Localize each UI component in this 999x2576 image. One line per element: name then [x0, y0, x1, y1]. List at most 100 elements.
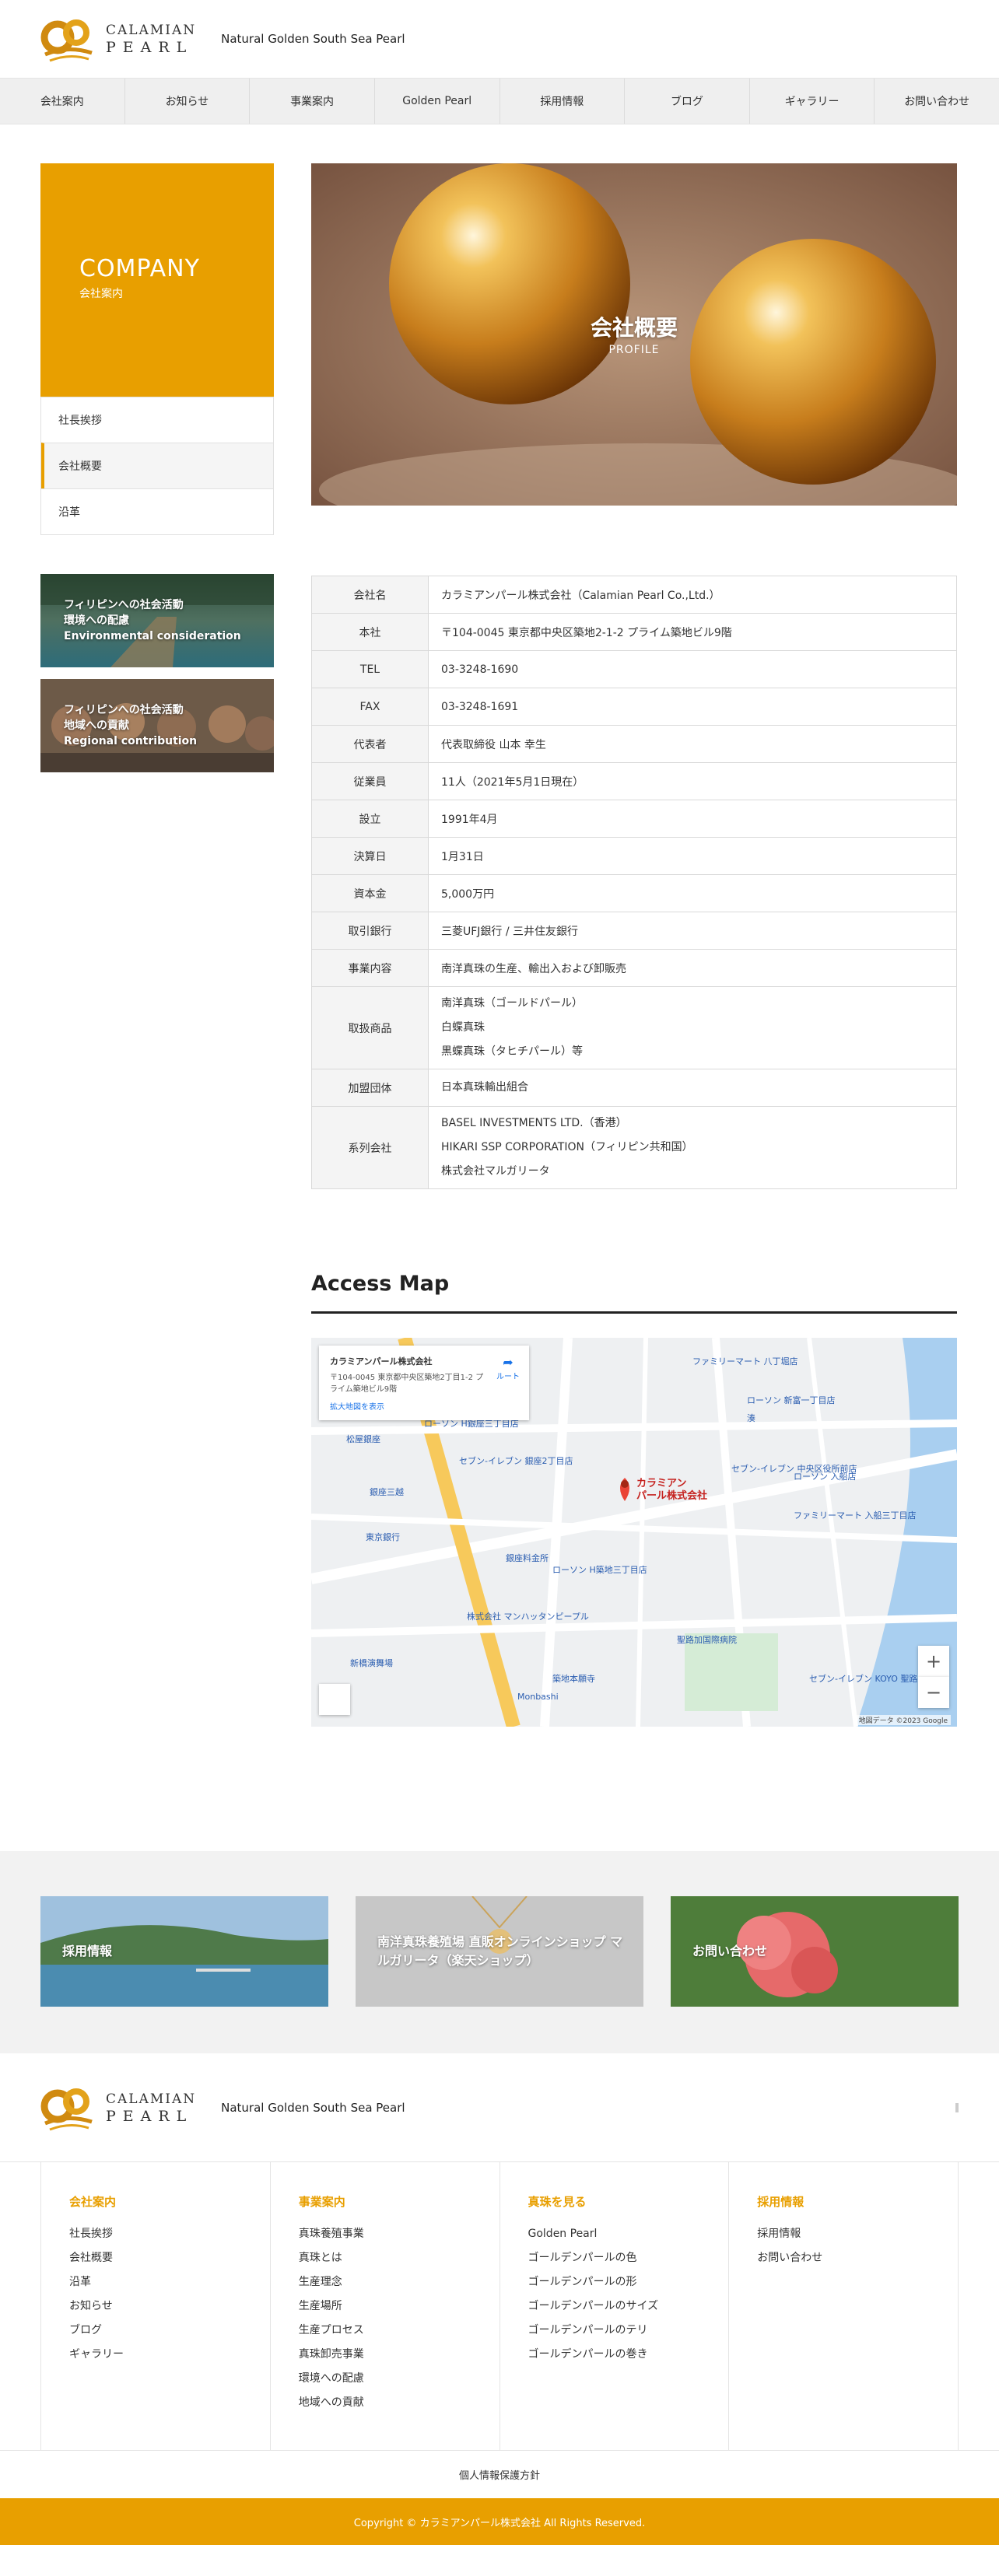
footer-link[interactable]: ゴールデンパールの形: [528, 2270, 729, 2294]
nav-item-contact[interactable]: お問い合わせ: [875, 79, 999, 124]
banner-environment-line2: 環境への配慮: [64, 614, 129, 627]
footer-link[interactable]: お知らせ: [69, 2294, 270, 2319]
footer-link[interactable]: 真珠卸売事業: [299, 2343, 500, 2367]
footer-link[interactable]: お問い合わせ: [757, 2246, 958, 2270]
band-recruit-label: 採用情報: [62, 1944, 113, 1958]
band-recruit[interactable]: 採用情報: [40, 1896, 328, 2007]
footer-link[interactable]: ギャラリー: [69, 2343, 270, 2367]
map-place-label: 聖路加国際病院: [677, 1635, 737, 1645]
band-online-shop[interactable]: 南洋真珠養殖場 直販オンラインショップ マルガリータ（楽天ショップ）: [356, 1896, 643, 2007]
footer-link[interactable]: ゴールデンパールの色: [528, 2246, 729, 2270]
footer-link[interactable]: 地域への貢献: [299, 2391, 500, 2415]
footer-link[interactable]: 真珠養殖事業: [299, 2222, 500, 2246]
company-title-jp: 会社案内: [79, 288, 123, 300]
footer-link[interactable]: Golden Pearl: [528, 2222, 729, 2246]
footer-column-heading[interactable]: 真珠を見る: [528, 2193, 729, 2210]
map-zoom-out-button[interactable]: −: [918, 1677, 949, 1708]
google-map[interactable]: カラミアン パール株式会社 ファミリーマート 八丁堀店 ローソン 新富一丁目店 セブ…: [311, 1338, 957, 1727]
footer-column-heading[interactable]: 会社案内: [69, 2193, 270, 2210]
band-online-shop-label: 南洋真珠養殖場 直販オンラインショップ マルガリータ（楽天ショップ）: [377, 1934, 623, 1968]
nav-item-blog[interactable]: ブログ: [625, 79, 750, 124]
profile-value-line: HIKARI SSP CORPORATION（フィリピン共和国）: [441, 1141, 693, 1153]
profile-value-line: 南洋真珠（ゴールドパール）: [441, 997, 583, 1010]
profile-label: 加盟団体: [311, 1069, 429, 1107]
map-place-label: 湊: [747, 1413, 755, 1423]
footer-link[interactable]: 沿革: [69, 2270, 270, 2294]
map-place-label: 松屋銀座: [346, 1434, 380, 1444]
map-streetview-button[interactable]: [319, 1684, 350, 1715]
site-logo[interactable]: CALAMIAN PEARL: [40, 14, 196, 64]
footer-logo-text: CALAMIAN PEARL: [106, 2091, 196, 2125]
footer-sitemap: 会社案内 社長挨拶 会社概要 沿革 お知らせ ブログ ギャラリー 事業案内 真珠養殖事業 真珠とは…: [0, 2162, 999, 2450]
side-menu-greeting[interactable]: 社長挨拶: [41, 397, 273, 443]
pearl-logo-icon: [40, 19, 93, 62]
map-zoom-in-button[interactable]: +: [918, 1646, 949, 1677]
footer-link[interactable]: ゴールデンパールの巻き: [528, 2343, 729, 2367]
footer-link[interactable]: 環境への配慮: [299, 2367, 500, 2391]
company-profile-table: 会社名 カラミアンパール株式会社（Calamian Pearl Co.,Ltd.）…: [311, 576, 957, 1189]
map-place-label: ローソン H築地三丁目店: [552, 1565, 647, 1575]
profile-label: 事業内容: [311, 949, 429, 987]
map-route-button[interactable]: ➦ ルート: [496, 1355, 520, 1381]
profile-label: 取引銀行: [311, 912, 429, 950]
profile-row: 取引銀行 三菱UFJ銀行 / 三井住友銀行: [311, 912, 957, 950]
profile-value: 03-3248-1691: [428, 688, 957, 726]
banner-community-text: フィリピンへの社会活動 地域への貢献 Regional contribution: [64, 702, 197, 749]
footer-link[interactable]: ゴールデンパールのテリ: [528, 2319, 729, 2343]
footer-link[interactable]: 生産場所: [299, 2294, 500, 2319]
nav-item-recruit[interactable]: 採用情報: [500, 79, 626, 124]
profile-value: 〒104-0045 東京都中央区築地2-1-2 プライム築地ビル9階: [428, 613, 957, 651]
profile-row: 会社名 カラミアンパール株式会社（Calamian Pearl Co.,Ltd.）: [311, 576, 957, 614]
profile-row: 決算日 1月31日: [311, 837, 957, 875]
sidebar: COMPANY 会社案内 社長挨拶 会社概要 沿革 フィリピンへの社会活動 環境…: [40, 163, 274, 784]
map-place-label: 株式会社 マンハッタンピープル: [467, 1612, 589, 1622]
banner-environment-line1: フィリピンへの社会活動: [64, 599, 184, 611]
map-card-title: カラミアンパール株式会社: [330, 1356, 433, 1367]
footer-link[interactable]: ゴールデンパールのサイズ: [528, 2294, 729, 2319]
footer-link[interactable]: 社長挨拶: [69, 2222, 270, 2246]
banner-community[interactable]: フィリピンへの社会活動 地域への貢献 Regional contribution: [40, 679, 274, 772]
nav-item-company[interactable]: 会社案内: [0, 79, 125, 124]
footer-link[interactable]: ブログ: [69, 2319, 270, 2343]
profile-row: 取扱商品 南洋真珠（ゴールドパール） 白蝶真珠 黒蝶真珠（タヒチパール）等: [311, 986, 957, 1069]
profile-label: 設立: [311, 800, 429, 838]
footer-logo-line1: CALAMIAN: [106, 2091, 197, 2107]
profile-value: BASEL INVESTMENTS LTD.（香港） HIKARI SSP COR…: [428, 1106, 957, 1189]
hero-subtitle: PROFILE: [608, 344, 660, 356]
logo-line2: PEARL: [106, 39, 194, 56]
company-title-en: COMPANY: [79, 255, 200, 282]
map-place-label: 銀座三越: [370, 1487, 404, 1497]
footer-link[interactable]: 生産理念: [299, 2270, 500, 2294]
profile-value-line: 白蝶真珠: [441, 1021, 485, 1034]
nav-item-news[interactable]: お知らせ: [125, 79, 251, 124]
privacy-policy-link[interactable]: 個人情報保護方針: [0, 2450, 999, 2498]
nav-item-golden-pearl[interactable]: Golden Pearl: [375, 79, 500, 124]
side-menu-profile[interactable]: 会社概要: [41, 443, 273, 488]
side-menu-history[interactable]: 沿革: [41, 488, 273, 534]
map-card-link[interactable]: 拡大地図を表示: [330, 1400, 518, 1412]
profile-value: 5,000万円: [428, 874, 957, 912]
footer-column: 真珠を見る Golden Pearl ゴールデンパールの色 ゴールデンパールの形 ゴール…: [499, 2162, 729, 2450]
footer-link[interactable]: 真珠とは: [299, 2246, 500, 2270]
site-tagline: Natural Golden South Sea Pearl: [221, 32, 405, 46]
profile-label: 代表者: [311, 725, 429, 763]
profile-value: 日本真珠輸出組合: [428, 1069, 957, 1107]
footer-column: 事業案内真珠養殖事業 真珠とは 生産理念 生産場所 生産プロセス 真珠卸売事業 環境への配慮…: [269, 2162, 500, 2450]
footer-link[interactable]: 採用情報: [757, 2222, 958, 2246]
nav-item-gallery[interactable]: ギャラリー: [750, 79, 875, 124]
map-place-label: ファミリーマート 八丁堀店: [692, 1356, 798, 1367]
footer-logo[interactable]: CALAMIAN PEARL: [40, 2083, 196, 2133]
footer-column-heading[interactable]: 採用情報: [757, 2193, 958, 2210]
footer-column: 会社案内社長挨拶 会社概要 沿革 お知らせ ブログ ギャラリー: [40, 2162, 270, 2450]
nav-item-business[interactable]: 事業案内: [250, 79, 375, 124]
footer-link[interactable]: 生産プロセス: [299, 2319, 500, 2343]
footer-link[interactable]: 会社概要: [69, 2246, 270, 2270]
profile-row: FAX 03-3248-1691: [311, 688, 957, 726]
map-place-label: ファミリーマート 入船三丁目店: [794, 1510, 917, 1521]
footer-column-heading[interactable]: 事業案内: [299, 2193, 500, 2210]
band-contact[interactable]: お問い合わせ: [671, 1896, 959, 2007]
page-top-icon[interactable]: [955, 2103, 959, 2112]
banner-environment[interactable]: フィリピンへの社会活動 環境への配慮 Environmental conside…: [40, 574, 274, 667]
profile-label: 決算日: [311, 837, 429, 875]
map-pin-label-line1: カラミアン: [636, 1478, 687, 1489]
